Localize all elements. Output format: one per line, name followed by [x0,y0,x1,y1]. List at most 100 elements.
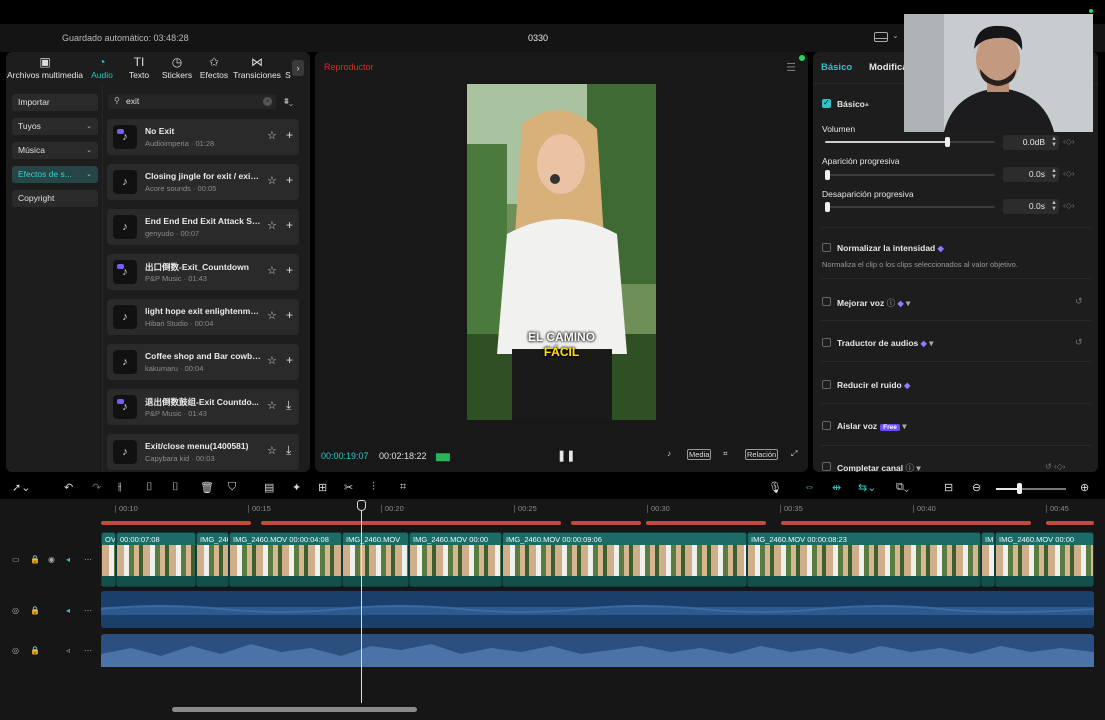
reset-icon[interactable]: ↺ [1075,337,1083,348]
zoom-in-icon[interactable]: ⊕ [1080,481,1089,494]
add-icon[interactable]: + [286,218,293,232]
freeze-icon[interactable]: ▤ [264,481,274,494]
keyframe-icon[interactable]: ‹◇› [1063,201,1074,210]
favorite-icon[interactable]: ☆ [267,354,277,367]
normalize-checkbox[interactable] [822,243,831,252]
fill-channel-checkbox[interactable] [822,462,831,471]
basic-checkbox[interactable] [822,98,831,108]
lock-icon[interactable]: 🔒 [30,606,40,615]
fade-out-slider[interactable] [825,202,995,212]
undo-icon[interactable]: ↶ [64,481,73,494]
tiktok-icon[interactable]: ♪ [667,449,671,458]
chevron-down-icon[interactable]: ⌄ [892,31,899,40]
project-name[interactable]: 0330 [528,33,548,43]
caption-icon[interactable]: ⧉⌄ [896,481,909,494]
microphone-icon[interactable]: 🎙 [768,481,782,494]
speaker-icon[interactable]: ◃ [66,646,70,655]
fade-out-knob[interactable] [825,202,830,212]
stepper-icon[interactable]: ▲ ▼ [1051,200,1057,212]
filter-icon[interactable]: ⩩⌄ [284,96,293,107]
isolate-voice-checkbox[interactable] [822,421,831,430]
list-item[interactable]: ♪ End End End Exit Attack Sc... genyudo … [107,209,299,245]
media-button[interactable]: Media [687,449,712,460]
video-clip[interactable]: IMG_2460.MOV 00:00:04:08 [229,532,342,587]
favorite-icon[interactable]: ☆ [267,444,277,457]
audio-clip[interactable] [101,634,1094,667]
keyframe-icon[interactable]: ‹◇› [1063,169,1074,178]
volume-knob[interactable] [945,137,951,147]
shield-icon[interactable]: ⛉ [228,481,236,494]
fade-out-value[interactable]: 0.0s ▲ ▼ [1003,199,1059,214]
tab-text[interactable]: TI Texto [120,52,158,84]
redo-icon[interactable]: ↷ [92,481,101,494]
link-icon[interactable]: ⇔ [804,481,815,493]
add-icon[interactable]: + [286,263,293,277]
video-clip[interactable]: IMG_2460.MOV 00:00 [409,532,502,587]
category-import[interactable]: Importar [12,94,98,111]
select-tool-icon[interactable]: ➚⌄ [12,481,30,494]
lock-icon[interactable]: 🔒 [30,646,40,655]
chevron-right-icon[interactable]: › [292,60,304,76]
list-item[interactable]: ♪ 出口倒数-Exit_Countdown P&P Music · 01:43 … [107,254,299,290]
favorite-icon[interactable]: ☆ [267,219,277,232]
tab-audio[interactable]: ◔ Audio [84,52,120,84]
list-item[interactable]: ♪ light hope exit enlightenme... Hibari … [107,299,299,335]
playhead[interactable] [361,500,362,703]
category-music[interactable]: Música ⌄ [12,142,98,159]
chevron-down-icon[interactable]: ▾ [916,463,920,472]
list-item[interactable]: ♪ Exit/close menu(1400581) Capybara kid … [107,434,299,470]
split-left-icon[interactable]: ⌷ [146,481,153,494]
fullscreen-icon[interactable]: ⤢ [791,449,797,459]
video-clip[interactable]: IMG_2460.MOV 00:00:09:06 [502,532,747,587]
split-icon[interactable]: ⫲ [118,481,122,494]
add-icon[interactable]: + [286,128,293,142]
time-ruler[interactable]: 00:10 00:15 00:20 00:25 00:30 00:35 00:4… [101,502,1095,516]
fade-in-slider[interactable] [825,170,995,180]
video-preview[interactable]: EL CAMINO FÁCIL [467,84,656,420]
zoom-out-icon[interactable]: ⊖ [972,481,981,494]
audio-clip[interactable] [100,591,1095,628]
volume-slider[interactable] [825,137,995,147]
adjust-icon[interactable]: ⊞ [318,481,327,494]
audio-icon[interactable]: ◂ [66,555,70,564]
chevron-down-icon[interactable]: ▾ [929,338,933,348]
preview-axis-icon[interactable]: ⇆⌄ [858,481,876,494]
screen-icon[interactable]: ⊟ [944,481,953,494]
stepper-icon[interactable]: ▲ ▼ [1051,136,1057,148]
tab-stickers[interactable]: ◷ Stickers [158,52,196,84]
lock-icon[interactable]: 🔒 [30,555,40,564]
download-icon[interactable]: ⤓ [286,443,291,458]
snap-icon[interactable]: ⇹ [832,481,841,494]
keyframe-icon[interactable]: ↺ ‹◇› [1045,462,1065,471]
layout-icon[interactable] [874,32,888,42]
cover-icon[interactable]: ▭ [12,555,20,564]
keyframe-icon[interactable]: ‹◇› [1063,137,1074,146]
reset-icon[interactable]: ↺ [1075,296,1083,307]
favorite-icon[interactable]: ☆ [267,174,277,187]
enhance-voice-checkbox[interactable] [822,297,831,306]
eye-icon[interactable]: ◉ [48,555,55,564]
favorite-icon[interactable]: ☆ [267,264,277,277]
zoom-knob[interactable] [1017,483,1022,494]
video-clip[interactable]: IMG_2460.MOV 00:00 [995,532,1094,587]
favorite-icon[interactable]: ☆ [267,129,277,142]
add-icon[interactable]: + [286,173,293,187]
crop-icon[interactable]: ⌗ [723,449,728,459]
video-clip[interactable]: IMG_2460.MOV [342,532,409,587]
horizontal-scrollbar[interactable] [172,707,417,712]
list-item[interactable]: ♪ Coffee shop and Bar cowbe... kakumaru … [107,344,299,380]
fade-in-value[interactable]: 0.0s ▲ ▼ [1003,167,1059,182]
ratio-button[interactable]: Relación [745,449,779,460]
magic-icon[interactable]: ✦ [292,481,301,494]
category-yours[interactable]: Tuyos ⌄ [12,118,98,135]
pause-icon[interactable]: ❚❚ [557,449,575,462]
video-clip[interactable]: IMG_2460.MOV 00:00:08:23 [747,532,981,587]
search-input[interactable] [126,95,256,107]
favorite-icon[interactable]: ☆ [267,309,277,322]
video-clip[interactable]: IM [981,532,995,587]
favorite-icon[interactable]: ☆ [267,399,277,412]
more-icon[interactable]: ⋯ [84,555,92,564]
chevron-down-icon[interactable]: ▾ [902,421,906,431]
auto-cut-icon[interactable]: ✂ [344,481,353,494]
translate-checkbox[interactable] [822,338,831,347]
